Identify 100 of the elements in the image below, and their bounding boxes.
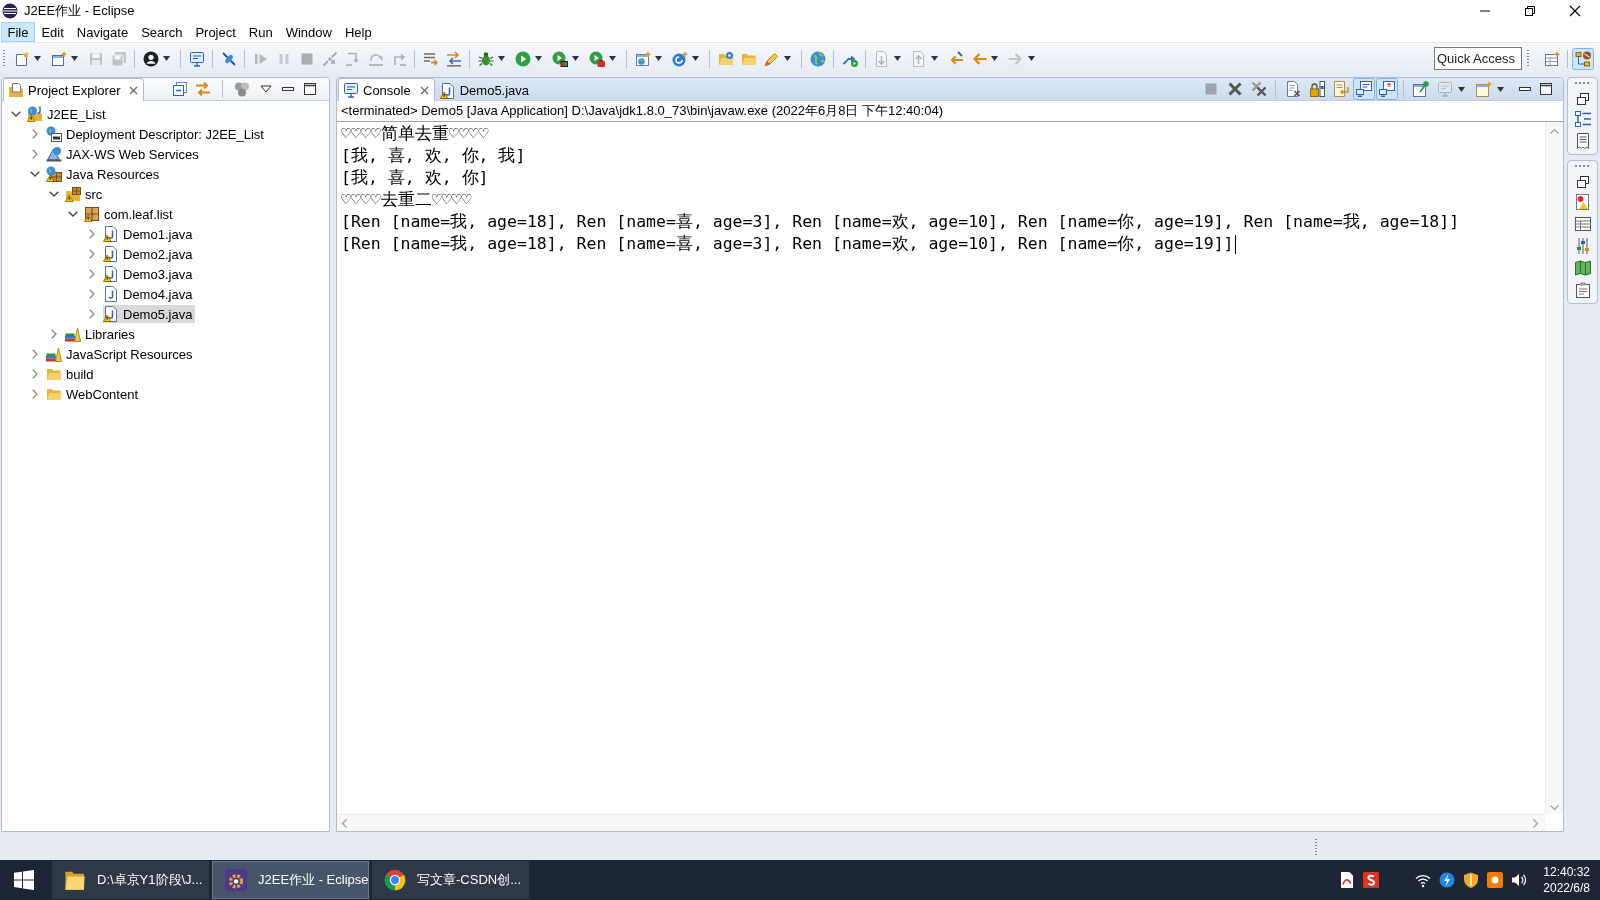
tree-item[interactable]: WebContent (46, 385, 142, 403)
person-circle-icon[interactable] (142, 50, 159, 67)
chevron-down-icon[interactable] (11, 111, 21, 117)
menu-item[interactable]: Help (338, 22, 379, 42)
tree-item[interactable]: Demo3.java (103, 265, 196, 283)
chevron-down-icon[interactable] (68, 211, 78, 217)
globe-icon[interactable] (809, 50, 826, 67)
tree-item[interactable]: Demo4.java (103, 285, 196, 303)
tree-item[interactable]: Demo2.java (103, 245, 196, 263)
bug-icon[interactable] (477, 50, 494, 67)
restore-icon[interactable] (1576, 176, 1589, 188)
caret-icon[interactable] (535, 56, 542, 61)
chevron-right-icon[interactable] (32, 129, 38, 139)
tree-item[interactable]: Demo1.java (103, 225, 196, 243)
chevron-right-icon[interactable] (89, 229, 95, 239)
monitor-message-icon[interactable] (1353, 78, 1375, 100)
play-toolbox-icon[interactable] (588, 50, 605, 67)
page-warning-icon[interactable] (1574, 194, 1591, 210)
menu-item[interactable]: Edit (34, 22, 71, 42)
two-arrows-icon[interactable] (195, 81, 211, 97)
play-chart-icon[interactable] (551, 50, 568, 67)
tree-item[interactable]: src (65, 185, 106, 203)
windows-logo-icon[interactable] (14, 870, 34, 890)
tree-item[interactable]: JAX-WS Web Services (46, 145, 202, 163)
taskbar-button[interactable]: 写文章-CSDN创... (372, 861, 529, 899)
tree-item[interactable]: Java Resources (46, 165, 163, 183)
chevron-right-icon[interactable] (89, 249, 95, 259)
window-globe-icon[interactable] (634, 50, 651, 67)
menu-item[interactable]: Navigate (70, 22, 135, 42)
caret-icon[interactable] (572, 56, 579, 61)
window-plus-icon[interactable] (50, 50, 67, 67)
lock-icon[interactable] (1308, 81, 1325, 97)
double-x-icon[interactable] (1250, 81, 1267, 97)
filter-balls-icon[interactable] (234, 81, 250, 97)
taskbar-button[interactable]: J2EE作业 - Eclipse (212, 861, 369, 899)
chevron-right-icon[interactable] (32, 369, 38, 379)
restore-icon[interactable] (1576, 93, 1589, 105)
swap-arrows-icon[interactable] (445, 50, 462, 67)
dot-tile-icon[interactable] (1487, 872, 1504, 888)
caret-icon[interactable] (784, 56, 791, 61)
caret-icon[interactable] (1497, 86, 1504, 92)
chevron-right-icon[interactable] (51, 329, 57, 339)
new-page-icon[interactable] (13, 50, 30, 67)
speaker-icon[interactable] (1511, 872, 1528, 888)
window-pin-icon[interactable] (1412, 81, 1429, 97)
document-curve-icon[interactable] (1339, 872, 1356, 888)
tree-item[interactable]: com.leaf.list (84, 205, 176, 223)
caret-icon[interactable] (1028, 56, 1035, 61)
caret-icon[interactable] (609, 56, 616, 61)
caret-icon[interactable] (34, 56, 41, 61)
tree-item[interactable]: build (46, 365, 97, 383)
monitor-icon[interactable] (188, 50, 205, 67)
restore-icon[interactable] (1525, 6, 1535, 16)
caret-icon[interactable] (1458, 86, 1465, 92)
outline-icon[interactable] (1574, 111, 1591, 127)
caret-icon[interactable] (894, 56, 901, 61)
tab[interactable]: Project Explorer (3, 78, 145, 101)
wave-tile-icon[interactable] (1363, 872, 1380, 888)
x-mark-icon[interactable] (1226, 81, 1243, 97)
maximize-icon[interactable] (1540, 83, 1552, 95)
table-plus-icon[interactable] (1543, 50, 1560, 67)
view-menu-icon[interactable] (260, 85, 272, 93)
caret-icon[interactable] (931, 56, 938, 61)
quick-access-field[interactable]: Quick Access (1434, 47, 1522, 70)
page-return-icon[interactable] (1332, 81, 1349, 97)
chevron-right-icon[interactable] (89, 289, 95, 299)
wifi-icon[interactable] (1415, 872, 1432, 888)
tree-item[interactable]: Deployment Descriptor: J2EE_List (46, 125, 267, 143)
tab[interactable]: Demo5.java (434, 79, 536, 101)
page-x-icon[interactable] (1284, 81, 1301, 97)
chevron-down-icon[interactable] (49, 191, 59, 197)
tree-item[interactable]: J2EE_List (27, 105, 109, 123)
chevron-right-icon[interactable] (89, 309, 95, 319)
menu-item[interactable]: Run (242, 22, 280, 42)
caret-icon[interactable] (498, 56, 505, 61)
caret-icon[interactable] (655, 56, 662, 61)
minimize-icon[interactable] (1519, 87, 1531, 91)
chevron-down-icon[interactable] (30, 171, 40, 177)
caret-icon[interactable] (692, 56, 699, 61)
maximize-icon[interactable] (304, 83, 316, 95)
chevron-right-icon[interactable] (32, 389, 38, 399)
clipboard-icon[interactable] (1574, 282, 1591, 298)
caret-icon[interactable] (71, 56, 78, 61)
chevron-right-icon[interactable] (32, 349, 38, 359)
map-icon[interactable] (1574, 260, 1591, 276)
tab[interactable]: Console (338, 78, 435, 101)
shield-icon[interactable] (1463, 872, 1480, 888)
caret-icon[interactable] (991, 56, 998, 61)
lines-arrow-icon[interactable] (422, 50, 439, 67)
slashed-oval-icon[interactable] (220, 50, 237, 67)
chevron-right-icon[interactable] (32, 149, 38, 159)
receipt-icon[interactable] (1574, 133, 1591, 149)
caret-icon[interactable] (163, 56, 170, 61)
chevron-right-icon[interactable] (89, 269, 95, 279)
menu-item[interactable]: File (1, 22, 35, 42)
minus-box-icon[interactable] (172, 81, 188, 97)
sliders-icon[interactable] (1574, 238, 1591, 254)
nodes-icon[interactable] (1572, 47, 1594, 70)
window-plus-icon[interactable] (1475, 81, 1492, 97)
tree-item[interactable]: Demo5.java (103, 305, 196, 323)
